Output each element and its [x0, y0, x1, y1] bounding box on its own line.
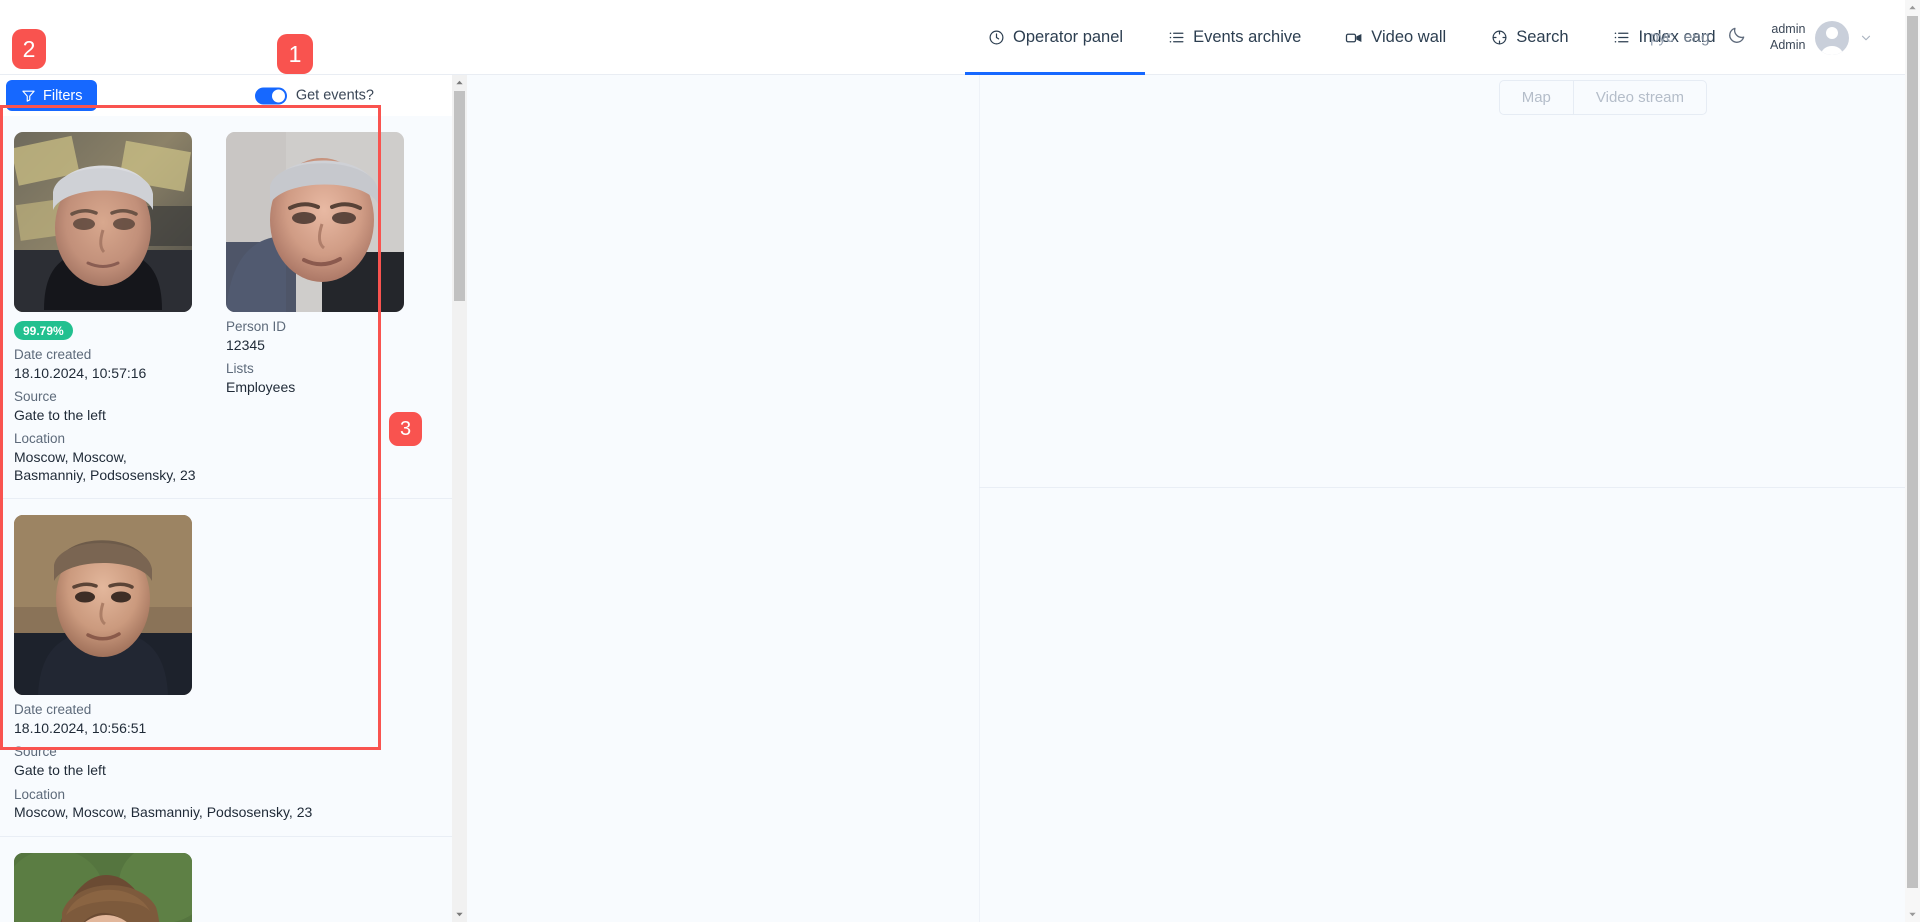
list-item[interactable]: 99.79% Date created 18.10.2024, 10:57:16… [0, 116, 452, 500]
annotation-badge-3: 3 [389, 412, 422, 446]
funnel-icon [21, 88, 36, 103]
event-main-column [14, 852, 200, 922]
chevron-down-icon[interactable] [1859, 31, 1873, 45]
page-scrollbar[interactable] [1905, 0, 1920, 922]
field-label: Source [14, 744, 57, 760]
get-events-toggle-group: Get events? [254, 87, 374, 104]
event-field: Lists Employees [226, 361, 416, 396]
user-role: Admin [1770, 37, 1806, 52]
field-label: Person ID [226, 319, 287, 334]
event-thumbnail[interactable] [14, 515, 192, 696]
scroll-down-arrow-icon[interactable] [452, 907, 467, 922]
event-main-column: Date created 18.10.2024, 10:56:51 Source… [14, 515, 434, 821]
annotation-badge-2: 2 [12, 29, 46, 69]
toggle-knob [271, 89, 285, 102]
list-item[interactable]: Date created 18.10.2024, 10:56:51 Source… [0, 499, 452, 837]
user-login: admin [1771, 21, 1806, 36]
user-avatar-icon[interactable] [1815, 20, 1850, 55]
nav-item-search[interactable]: Search [1468, 0, 1590, 75]
scroll-up-arrow-icon[interactable] [452, 75, 467, 90]
event-field: Person ID 12345 [226, 319, 416, 354]
event-field: Location Moscow, Moscow, Basmanniy, Pods… [14, 787, 434, 822]
events-list[interactable]: 99.79% Date created 18.10.2024, 10:57:16… [0, 116, 452, 922]
view-mode-tabs: Map Video stream [1498, 80, 1707, 115]
event-field: Location Moscow, Moscow, Basmanniy, Pods… [14, 431, 200, 484]
user-menu[interactable]: admin Admin [1770, 0, 1873, 75]
field-value: Gate to the left [14, 762, 106, 779]
field-value: Moscow, Moscow, Basmanniy, Podsosensky, … [14, 449, 196, 484]
event-thumbnail[interactable] [14, 132, 192, 312]
nav-label: Search [1516, 28, 1569, 46]
user-info: admin Admin [1770, 22, 1805, 53]
field-value: Employees [226, 378, 296, 395]
list-item[interactable] [0, 836, 452, 922]
moon-icon [1727, 25, 1747, 50]
annotation-badge-1: 1 [277, 34, 313, 74]
nav-label: Operator panel [1013, 28, 1124, 46]
work-area-divider-vertical [979, 75, 980, 922]
event-main-column: 99.79% Date created 18.10.2024, 10:57:16… [14, 132, 200, 484]
field-label: Location [14, 431, 66, 447]
language-switcher: рус eng [1650, 0, 1710, 75]
field-value: 12345 [226, 336, 265, 353]
list-icon [1167, 29, 1185, 47]
work-area-divider-horizontal [979, 487, 1920, 488]
event-field: Date created 18.10.2024, 10:57:16 [14, 347, 200, 382]
field-label: Date created [14, 347, 92, 362]
nav-item-video-wall[interactable]: Video wall [1323, 0, 1468, 75]
event-match-column: Person ID 12345 Lists Employees [226, 132, 416, 484]
matched-person-thumbnail[interactable] [226, 132, 404, 312]
scroll-up-arrow-icon[interactable] [1905, 0, 1920, 15]
target-search-icon [1490, 29, 1508, 47]
field-label: Lists [226, 361, 254, 377]
get-events-label: Get events? [295, 87, 374, 104]
video-camera-icon [1345, 29, 1363, 47]
scrollbar-thumb[interactable] [454, 91, 465, 301]
field-label: Source [14, 389, 57, 405]
event-thumbnail[interactable] [14, 852, 192, 922]
main-navigation: Operator panel Events archive Video wall [965, 0, 1738, 75]
event-field: Date created 18.10.2024, 10:56:51 [14, 702, 434, 737]
left-panel-toolbar: Filters Get events? [0, 75, 460, 116]
score-badge: 99.79% [14, 321, 73, 340]
field-label: Date created [14, 702, 92, 718]
event-field: Source Gate to the left [14, 744, 434, 779]
event-field: Source Gate to the left [14, 389, 200, 424]
events-list-scrollbar[interactable] [452, 75, 467, 922]
field-value: 18.10.2024, 10:56:51 [14, 720, 147, 737]
work-area: Map Video stream [462, 75, 1920, 922]
scroll-down-arrow-icon[interactable] [1905, 907, 1920, 922]
left-panel: Filters Get events? 99.79% Date created … [0, 75, 461, 922]
nav-label: Events archive [1193, 28, 1302, 46]
clock-icon [987, 29, 1005, 47]
nav-item-operator-panel[interactable]: Operator panel [965, 0, 1146, 75]
filters-button[interactable]: Filters [6, 80, 98, 111]
filters-button-label: Filters [43, 87, 83, 104]
language-option-ru[interactable]: рус [1650, 29, 1674, 47]
tab-map[interactable]: Map [1500, 81, 1573, 114]
scrollbar-thumb[interactable] [1907, 16, 1918, 888]
field-value: 18.10.2024, 10:57:16 [14, 364, 147, 381]
tab-video-stream[interactable]: Video stream [1572, 81, 1706, 114]
nav-item-events-archive[interactable]: Events archive [1145, 0, 1323, 75]
field-value: Moscow, Moscow, Basmanniy, Podsosensky, … [14, 804, 313, 821]
language-option-en[interactable]: eng [1684, 29, 1710, 47]
get-events-toggle[interactable] [254, 87, 287, 104]
nav-label: Video wall [1371, 28, 1447, 46]
theme-toggle-button[interactable] [1727, 0, 1747, 75]
field-value: Gate to the left [14, 406, 106, 423]
field-label: Location [14, 786, 66, 802]
list-icon [1613, 29, 1631, 47]
